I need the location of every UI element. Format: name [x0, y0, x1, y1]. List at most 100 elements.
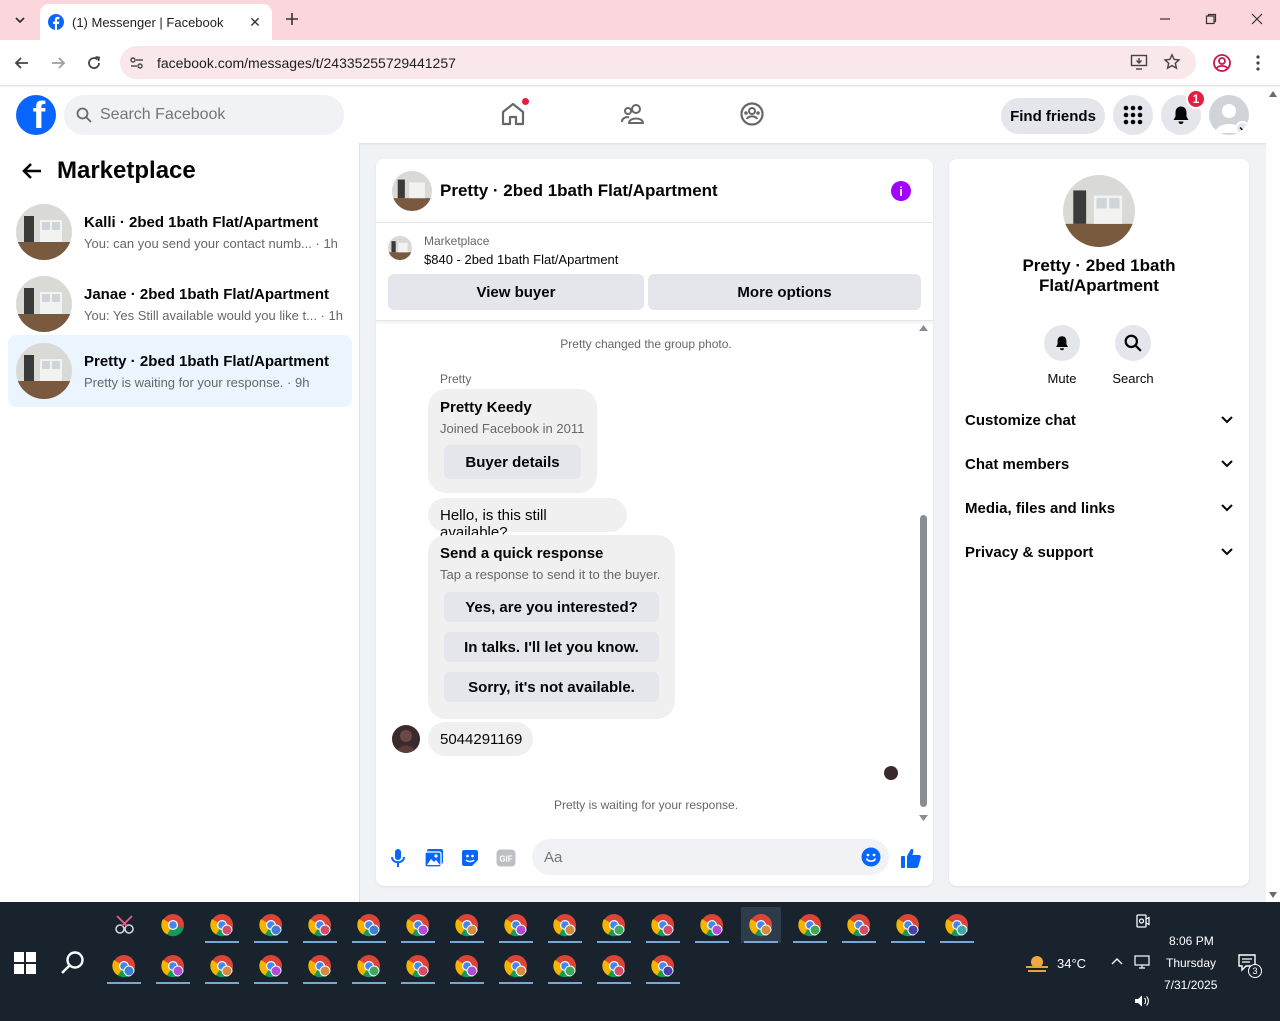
message-input[interactable]: [544, 848, 844, 866]
taskbar-chrome-icon[interactable]: [300, 907, 340, 943]
site-settings-icon[interactable]: [124, 50, 150, 76]
taskbar-chrome-icon[interactable]: [839, 907, 879, 943]
install-app-icon[interactable]: [1128, 51, 1150, 73]
info-icon[interactable]: i: [891, 181, 911, 201]
quick-reply-sorry-button[interactable]: Sorry, it's not available.: [444, 672, 659, 702]
taskbar-chrome-icon[interactable]: [643, 907, 683, 943]
taskbar-chrome-icon[interactable]: [594, 907, 634, 943]
taskbar-chrome-icon[interactable]: [790, 907, 830, 943]
menu-grid-button[interactable]: [1113, 95, 1153, 135]
volume-icon[interactable]: [1134, 994, 1150, 1008]
microphone-icon[interactable]: [386, 846, 410, 870]
tab-search-dropdown-icon[interactable]: [8, 8, 32, 32]
info-thumbnail[interactable]: [1063, 175, 1135, 247]
view-buyer-button[interactable]: View buyer: [388, 274, 644, 310]
scrollbar-thumb[interactable]: [920, 515, 927, 807]
facebook-logo[interactable]: f: [16, 95, 56, 135]
taskbar-chrome-icon[interactable]: [692, 907, 732, 943]
back-icon[interactable]: [10, 51, 34, 75]
taskbar-chrome-icon[interactable]: [545, 907, 585, 943]
browser-tab[interactable]: (1) Messenger | Facebook ✕: [40, 4, 272, 40]
media-files-links-section[interactable]: Media, files and links: [965, 490, 1233, 526]
friends-icon[interactable]: [618, 99, 648, 129]
windows-start-icon[interactable]: [14, 952, 36, 974]
back-arrow-icon[interactable]: [16, 155, 48, 187]
restore-icon[interactable]: [1200, 8, 1222, 30]
taskbar-chrome-icon[interactable]: [496, 907, 536, 943]
home-icon[interactable]: [498, 97, 530, 129]
message-list[interactable]: Pretty changed the group photo. Pretty P…: [376, 322, 933, 822]
chat-members-section[interactable]: Chat members: [965, 446, 1233, 482]
bookmark-star-icon[interactable]: [1161, 51, 1183, 73]
conversation-pretty[interactable]: Pretty · 2bed 1bath Flat/Apartment Prett…: [8, 335, 352, 407]
search-box[interactable]: [64, 95, 344, 135]
mute-button[interactable]: [1044, 325, 1080, 361]
chat-title[interactable]: Pretty · 2bed 1bath Flat/Apartment: [440, 181, 718, 201]
find-friends-button[interactable]: Find friends: [1001, 98, 1105, 134]
url-text[interactable]: facebook.com/messages/t/2433525572944125…: [157, 55, 456, 71]
quick-reply-in-talks-button[interactable]: In talks. I'll let you know.: [444, 632, 659, 662]
meet-now-icon[interactable]: [1136, 914, 1150, 930]
conversation-janae[interactable]: Janae · 2bed 1bath Flat/Apartment You: Y…: [8, 268, 352, 340]
listing-price-title[interactable]: $840 - 2bed 1bath Flat/Apartment: [424, 252, 618, 267]
notifications-button[interactable]: 1: [1161, 89, 1206, 135]
taskbar-chrome-icon[interactable]: [937, 907, 977, 943]
taskbar-chrome-icon[interactable]: [202, 907, 242, 943]
emoji-icon[interactable]: [861, 847, 881, 867]
chat-thumbnail[interactable]: [392, 170, 432, 211]
close-tab-icon[interactable]: ✕: [246, 13, 264, 31]
mute-action[interactable]: Mute: [1032, 325, 1092, 386]
search-conversation-button[interactable]: [1115, 325, 1151, 361]
buyer-details-button[interactable]: Buyer details: [444, 445, 581, 479]
reload-icon[interactable]: [82, 51, 106, 75]
taskbar-chrome-icon[interactable]: [741, 907, 781, 943]
taskbar-chrome-icon[interactable]: [888, 907, 928, 943]
taskbar-chrome-icon[interactable]: [496, 948, 536, 984]
more-options-button[interactable]: More options: [648, 274, 921, 310]
temperature[interactable]: 34°C: [1057, 956, 1086, 971]
clock-day[interactable]: Thursday: [1166, 956, 1216, 970]
weather-sun-icon[interactable]: [1024, 952, 1050, 974]
taskbar-snip-tool-icon[interactable]: [104, 907, 144, 943]
quick-reply-yes-button[interactable]: Yes, are you interested?: [444, 592, 659, 622]
taskbar-chrome-icon[interactable]: [300, 948, 340, 984]
taskbar-chrome-icon[interactable]: [447, 948, 487, 984]
clock-date[interactable]: 7/31/2025: [1164, 978, 1217, 992]
taskbar-chrome-icon[interactable]: [349, 907, 389, 943]
taskbar-chrome-icon[interactable]: [447, 907, 487, 943]
taskbar-chrome-icon[interactable]: [153, 948, 193, 984]
taskbar-chrome-icon[interactable]: [202, 948, 242, 984]
taskbar-chrome-icon[interactable]: [398, 907, 438, 943]
browser-menu-icon[interactable]: [1246, 51, 1270, 75]
profile-icon[interactable]: [1210, 51, 1234, 75]
buyer-avatar[interactable]: [392, 725, 420, 753]
tray-chevron-up-icon[interactable]: [1111, 957, 1123, 965]
groups-icon[interactable]: [737, 99, 767, 129]
message-input-box[interactable]: [532, 839, 889, 875]
search-input[interactable]: [100, 106, 320, 124]
taskbar-chrome-icon[interactable]: [251, 948, 291, 984]
sticker-icon[interactable]: [458, 846, 482, 870]
taskbar-chrome-icon[interactable]: [251, 907, 291, 943]
forward-icon[interactable]: [46, 51, 70, 75]
taskbar-chrome-icon[interactable]: [104, 948, 144, 984]
privacy-support-section[interactable]: Privacy & support: [965, 534, 1233, 570]
network-icon[interactable]: [1134, 955, 1150, 969]
page-scrollbar[interactable]: [1266, 87, 1280, 902]
message-scrollbar[interactable]: [918, 325, 928, 821]
minimize-icon[interactable]: [1154, 8, 1176, 30]
taskbar-chrome-icon[interactable]: [398, 948, 438, 984]
taskbar-chrome-icon[interactable]: [153, 907, 193, 943]
close-window-icon[interactable]: [1246, 8, 1268, 30]
taskbar-chrome-icon[interactable]: [594, 948, 634, 984]
taskbar-search-icon[interactable]: [60, 950, 86, 976]
account-avatar[interactable]: [1209, 95, 1249, 135]
gif-icon[interactable]: GIF: [494, 846, 518, 870]
like-thumb-icon[interactable]: [899, 846, 923, 870]
new-tab-icon[interactable]: [282, 9, 302, 29]
taskbar-chrome-icon[interactable]: [545, 948, 585, 984]
search-action[interactable]: Search: [1103, 325, 1163, 386]
conversation-kalli[interactable]: Kalli · 2bed 1bath Flat/Apartment You: c…: [8, 196, 352, 268]
customize-chat-section[interactable]: Customize chat: [965, 402, 1233, 438]
taskbar-chrome-icon[interactable]: [349, 948, 389, 984]
